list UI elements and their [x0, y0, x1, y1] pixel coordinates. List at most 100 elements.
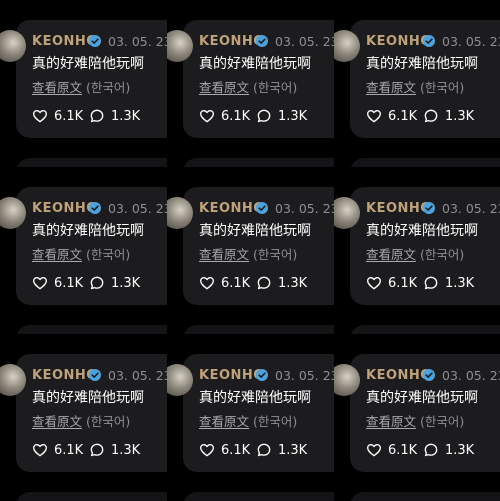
comment-count: 1.3K — [278, 108, 308, 124]
comment-bubble-icon — [257, 443, 271, 457]
verified-icon — [256, 369, 268, 381]
post-text: 真的好难陪他玩啊 — [32, 56, 144, 72]
author-name[interactable]: KEONHO — [366, 34, 432, 49]
see-original-link[interactable]: 查看原文 — [199, 414, 249, 429]
comment-count: 1.3K — [278, 442, 308, 458]
post-text: 真的好难陪他玩啊 — [366, 223, 478, 239]
original-language: (한국어) — [253, 80, 298, 95]
translate-row: 查看原文 (한국어) — [199, 77, 297, 96]
like-count: 6.1K — [221, 108, 251, 124]
like-count: 6.1K — [388, 108, 418, 124]
post-date: 03. 05. 23 — [275, 201, 334, 216]
see-original-link[interactable]: 查看原文 — [366, 80, 416, 95]
comment-button[interactable]: 1.3K — [256, 275, 307, 291]
see-original-link[interactable]: 查看原文 — [199, 247, 249, 262]
see-original-link[interactable]: 查看原文 — [32, 414, 82, 429]
post-text: 真的好难陪他玩啊 — [199, 223, 311, 239]
post-text: 真的好难陪他玩啊 — [199, 390, 311, 406]
post-tile: KEONHO 03. 05. 23 真的好难陪他玩啊 查看原文 (한국어) 6.… — [167, 334, 334, 501]
comment-count: 1.3K — [111, 442, 141, 458]
translate-row: 查看原文 (한국어) — [366, 411, 464, 430]
original-language: (한국어) — [253, 247, 298, 262]
comment-count: 1.3K — [111, 275, 141, 291]
like-button[interactable]: 6.1K — [366, 442, 417, 458]
comment-bubble-icon — [424, 443, 438, 457]
like-count: 6.1K — [54, 108, 84, 124]
heart-icon — [367, 110, 381, 123]
heart-icon — [367, 277, 381, 290]
comment-count: 1.3K — [445, 108, 475, 124]
post-date: 03. 05. 23 — [108, 201, 167, 216]
original-language: (한국어) — [86, 414, 131, 429]
post-date: 03. 05. 23 — [108, 368, 167, 383]
post-date: 03. 05. 23 — [442, 201, 500, 216]
next-post-card — [16, 325, 167, 334]
verified-icon — [256, 202, 268, 214]
comment-count: 1.3K — [445, 275, 475, 291]
comment-button[interactable]: 1.3K — [256, 108, 307, 124]
verified-icon — [256, 35, 268, 47]
translate-row: 查看原文 (한국어) — [366, 77, 464, 96]
see-original-link[interactable]: 查看原文 — [366, 247, 416, 262]
see-original-link[interactable]: 查看原文 — [32, 80, 82, 95]
author-name[interactable]: KEONHO — [366, 368, 432, 383]
post-tile: KEONHO 03. 05. 23 真的好难陪他玩啊 查看原文 (한국어) 6.… — [167, 0, 334, 167]
like-button[interactable]: 6.1K — [199, 442, 250, 458]
like-button[interactable]: 6.1K — [32, 442, 83, 458]
like-count: 6.1K — [388, 275, 418, 291]
author-name[interactable]: KEONHO — [199, 34, 265, 49]
comment-button[interactable]: 1.3K — [89, 275, 140, 291]
comment-count: 1.3K — [445, 442, 475, 458]
verified-icon — [423, 369, 435, 381]
post-tile: KEONHO 03. 05. 23 真的好难陪他玩啊 查看原文 (한국어) 6.… — [334, 334, 500, 501]
like-count: 6.1K — [54, 442, 84, 458]
post-date: 03. 05. 23 — [442, 34, 500, 49]
verified-icon — [89, 202, 101, 214]
next-post-card — [350, 325, 500, 334]
comment-bubble-icon — [90, 443, 104, 457]
see-original-link[interactable]: 查看原文 — [199, 80, 249, 95]
see-original-link[interactable]: 查看原文 — [366, 414, 416, 429]
comment-count: 1.3K — [278, 275, 308, 291]
translate-row: 查看原文 (한국어) — [199, 411, 297, 430]
heart-icon — [367, 444, 381, 457]
comment-button[interactable]: 1.3K — [89, 108, 140, 124]
post-text: 真的好难陪他玩啊 — [366, 390, 478, 406]
author-name[interactable]: KEONHO — [32, 34, 98, 49]
post-tile: KEONHO 03. 05. 23 真的好难陪他玩啊 查看原文 (한국어) 6.… — [167, 167, 334, 334]
post-text: 真的好难陪他玩啊 — [32, 223, 144, 239]
comment-button[interactable]: 1.3K — [89, 442, 140, 458]
post-date: 03. 05. 23 — [108, 34, 167, 49]
comment-button[interactable]: 1.3K — [256, 442, 307, 458]
post-date: 03. 05. 23 — [442, 368, 500, 383]
verified-icon — [423, 202, 435, 214]
like-button[interactable]: 6.1K — [32, 275, 83, 291]
next-post-card — [183, 158, 334, 167]
post-date: 03. 05. 23 — [275, 368, 334, 383]
translate-row: 查看原文 (한국어) — [199, 244, 297, 263]
post-tile: KEONHO 03. 05. 23 真的好难陪他玩啊 查看原文 (한국어) 6.… — [334, 0, 500, 167]
like-button[interactable]: 6.1K — [199, 275, 250, 291]
author-name[interactable]: KEONHO — [366, 201, 432, 216]
comment-button[interactable]: 1.3K — [423, 275, 474, 291]
heart-icon — [33, 110, 47, 123]
comment-button[interactable]: 1.3K — [423, 108, 474, 124]
post-tile: KEONHO 03. 05. 23 真的好难陪他玩啊 查看原文 (한국어) 6.… — [0, 0, 167, 167]
verified-icon — [89, 35, 101, 47]
comment-bubble-icon — [257, 276, 271, 290]
author-name[interactable]: KEONHO — [199, 368, 265, 383]
comment-bubble-icon — [90, 109, 104, 123]
author-name[interactable]: KEONHO — [32, 368, 98, 383]
see-original-link[interactable]: 查看原文 — [32, 247, 82, 262]
like-button[interactable]: 6.1K — [366, 108, 417, 124]
heart-icon — [33, 277, 47, 290]
like-button[interactable]: 6.1K — [366, 275, 417, 291]
like-button[interactable]: 6.1K — [199, 108, 250, 124]
comment-count: 1.3K — [111, 108, 141, 124]
post-tile: KEONHO 03. 05. 23 真的好难陪他玩啊 查看原文 (한국어) 6.… — [334, 167, 500, 334]
next-post-card — [350, 158, 500, 167]
author-name[interactable]: KEONHO — [32, 201, 98, 216]
comment-button[interactable]: 1.3K — [423, 442, 474, 458]
like-button[interactable]: 6.1K — [32, 108, 83, 124]
author-name[interactable]: KEONHO — [199, 201, 265, 216]
